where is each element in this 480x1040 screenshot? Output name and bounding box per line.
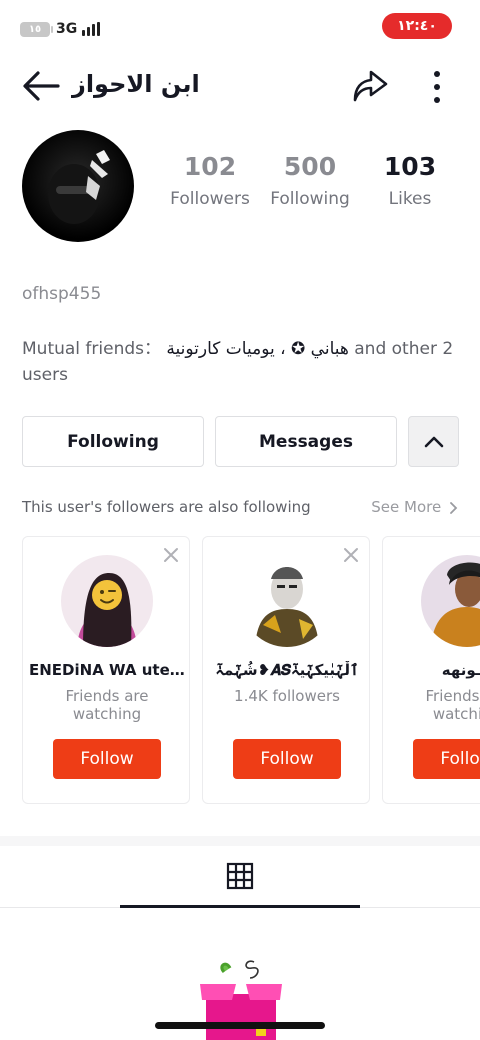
follow-button[interactable]: Follow (53, 739, 161, 779)
suggestion-subtitle: Friends are watching (425, 687, 480, 723)
avatar-image (255, 567, 319, 647)
profile-actions: Following Messages (22, 416, 459, 467)
avatar-image (48, 150, 110, 224)
dismiss-button[interactable] (161, 545, 181, 565)
suggestions-toggle-button[interactable] (408, 416, 459, 467)
chevron-right-icon (450, 501, 458, 514)
grid-icon (226, 862, 254, 890)
share-button[interactable] (350, 66, 390, 106)
section-divider (0, 836, 480, 846)
see-more-label: See More (371, 498, 442, 516)
suggestion-name: ـنـونهه (441, 661, 480, 679)
followers-count: 102 (183, 152, 237, 181)
back-arrow-icon (23, 71, 60, 101)
username: ofhsp455 (22, 284, 102, 304)
following-stat[interactable]: 500 Following (260, 152, 360, 209)
avatar-image (77, 573, 137, 647)
suggestion-card[interactable]: ـنـونهه Friends are watching Follow (382, 536, 480, 804)
suggestion-avatar[interactable] (241, 555, 333, 647)
mutual-friends[interactable]: Mutual friends： هباني ✪ ، يوميات كارتوني… (22, 336, 462, 388)
content-tabs (0, 846, 480, 908)
follow-button[interactable]: Follow (413, 739, 480, 779)
more-vertical-icon (434, 71, 440, 103)
suggestion-subtitle: Friends are watching (65, 687, 149, 723)
suggestions-title: This user's followers are also following (22, 498, 311, 516)
share-icon (353, 70, 388, 102)
dismiss-button[interactable] (341, 545, 361, 565)
close-icon (164, 548, 178, 562)
suggestion-name: ENEDiNA WA ute... (29, 661, 185, 679)
profile-stats: 102 Followers 500 Following 103 Likes (160, 152, 460, 209)
likes-count: 103 (383, 152, 437, 181)
messages-button[interactable]: Messages (215, 416, 397, 467)
suggestion-subtitle: 1.4K followers (234, 687, 340, 705)
more-options-button[interactable] (422, 66, 452, 106)
back-button[interactable] (20, 66, 62, 106)
page-title: ابن الاحواز (72, 70, 200, 98)
followers-label: Followers (170, 189, 250, 209)
suggestion-name: شُہٰٓمہٰٓ❥𝑨𝑺ٱلْہٰٓبٰيكہٰٓيہٰٓ (215, 661, 359, 679)
following-count: 500 (283, 152, 337, 181)
avatar-image (431, 562, 480, 647)
network-type: 3G (56, 21, 78, 37)
suggestions-header: This user's followers are also following… (22, 498, 458, 518)
suggestion-avatar[interactable] (421, 555, 480, 647)
likes-label: Likes (388, 189, 432, 209)
status-bar: ١٥ 3G ١٢:٤٠ (0, 10, 480, 50)
following-label: Following (270, 189, 350, 209)
profile-header: ابن الاحواز (0, 62, 480, 110)
home-indicator[interactable] (155, 1022, 325, 1029)
tab-videos-grid[interactable] (120, 846, 360, 908)
profile-avatar[interactable] (22, 130, 134, 242)
suggestion-card[interactable]: ENEDiNA WA ute... Friends are watching F… (22, 536, 190, 804)
following-button[interactable]: Following (22, 416, 204, 467)
suggestion-avatar[interactable] (61, 555, 153, 647)
follow-button[interactable]: Follow (233, 739, 341, 779)
status-time: ١٢:٤٠ (382, 13, 452, 39)
suggested-accounts: ENEDiNA WA ute... Friends are watching F… (22, 536, 480, 804)
mutual-prefix: Mutual friends： (22, 339, 162, 359)
likes-stat[interactable]: 103 Likes (360, 152, 460, 209)
active-tab-indicator (120, 905, 360, 908)
mutual-names: هباني ✪ ، يوميات كارتونية (166, 339, 349, 359)
close-icon (344, 548, 358, 562)
see-more-link[interactable]: See More (371, 498, 458, 516)
followers-stat[interactable]: 102 Followers (160, 152, 260, 209)
battery-indicator: ١٥ (20, 22, 53, 37)
chevron-up-icon (424, 436, 443, 447)
signal-icon (82, 22, 100, 36)
suggestion-card[interactable]: شُہٰٓمہٰٓ❥𝑨𝑺ٱلْہٰٓبٰيكہٰٓيہٰٓ 1.4K follo… (202, 536, 370, 804)
